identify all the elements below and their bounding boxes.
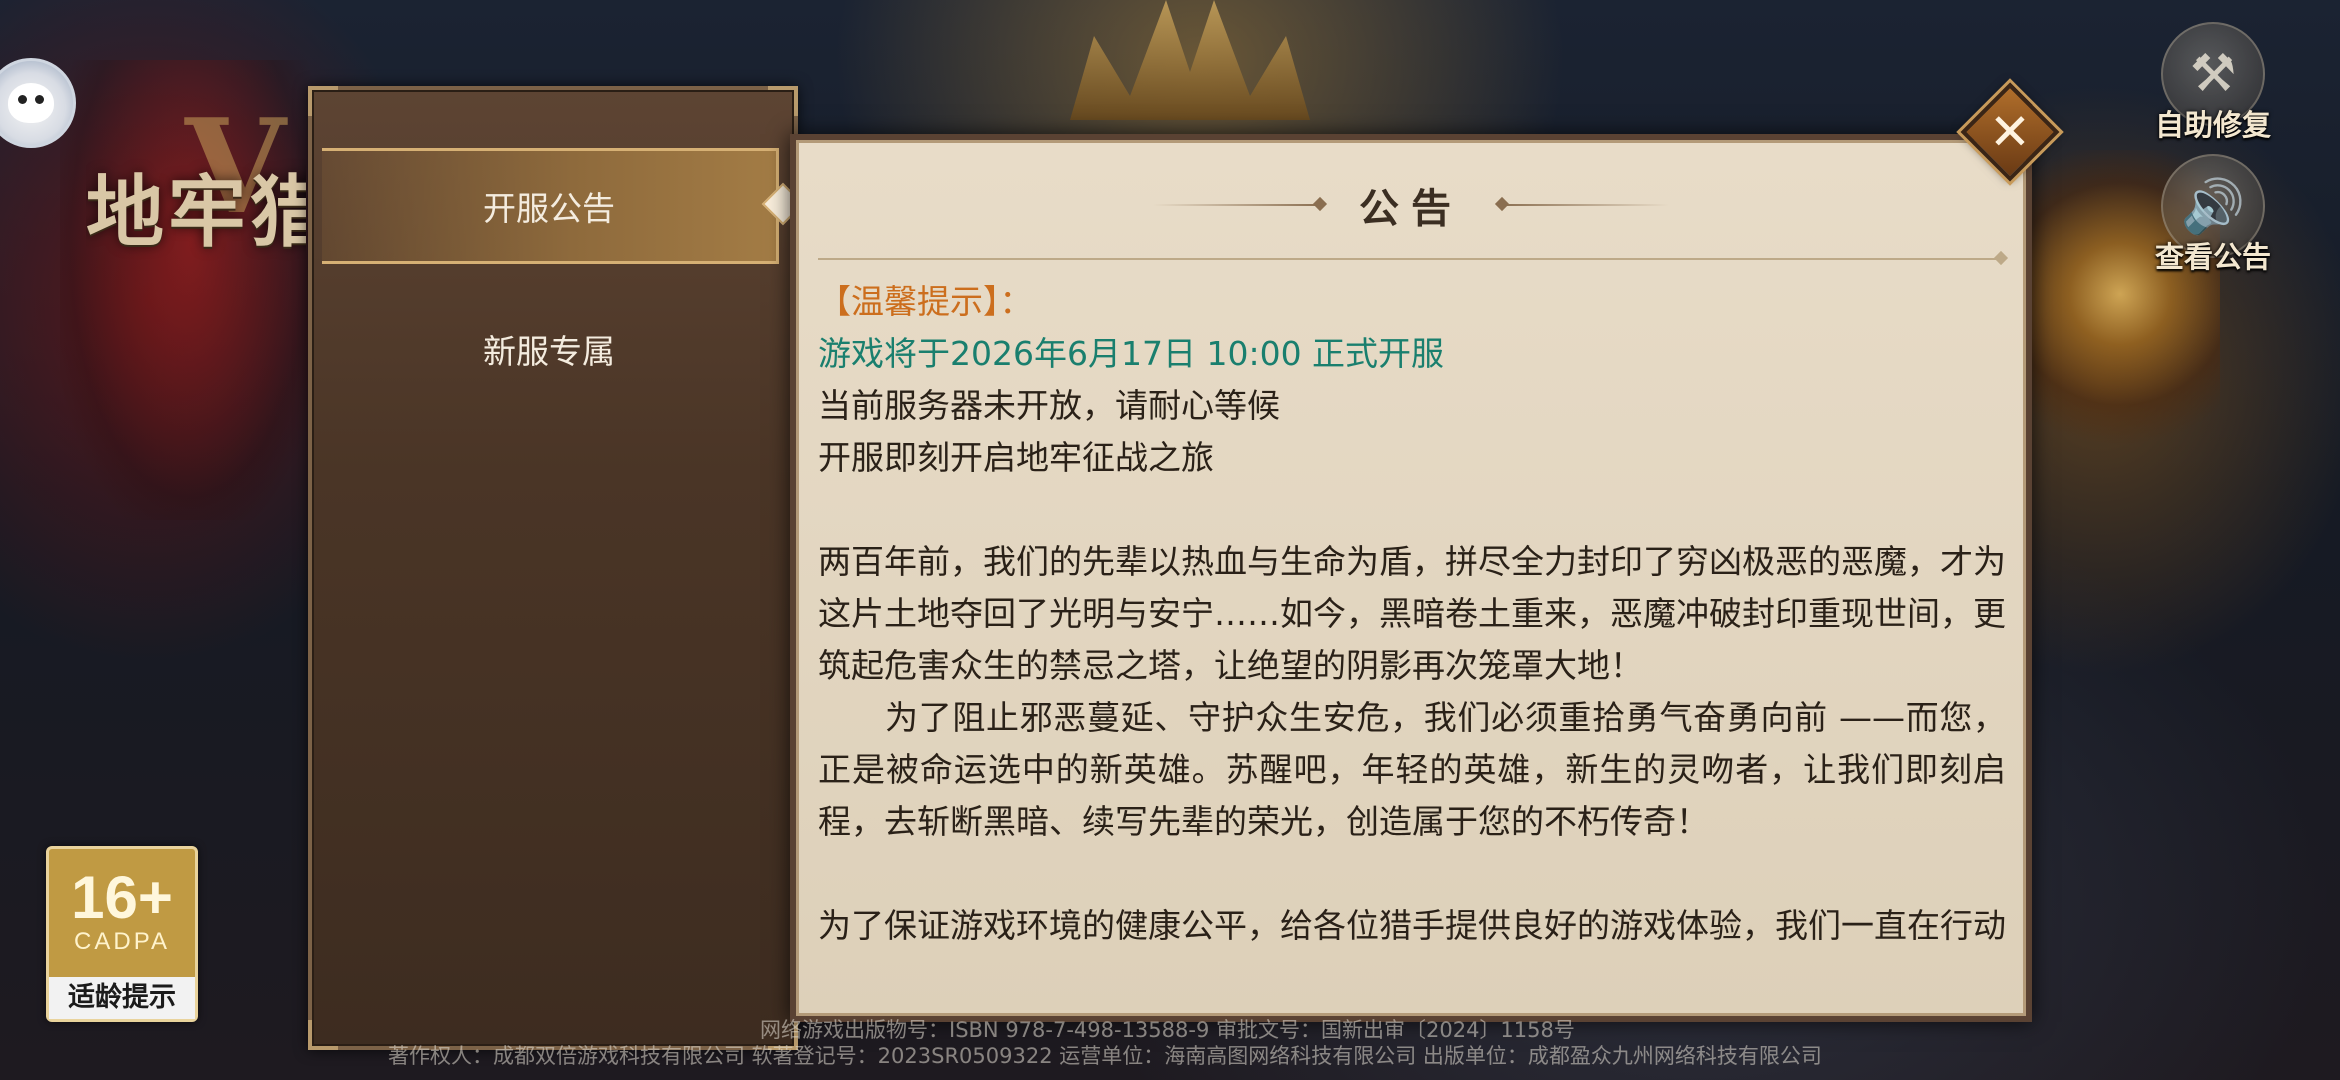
notice-content[interactable]: 【温馨提示】： 游戏将于2026年6月17日 10:00 正式开服 当前服务器未…: [818, 276, 2006, 996]
notice-line: 开服即刻开启地牢征战之旅: [818, 438, 1214, 477]
age-rating-badge[interactable]: 16+ CADPA 适龄提示: [46, 846, 198, 1022]
panel-corner-ornament: [308, 1020, 338, 1050]
age-rating-org: CADPA: [74, 928, 170, 955]
notice-title: 公告: [1359, 186, 1463, 232]
fairness-paragraph: 为了保证游戏环境的健康公平，给各位猎手提供良好的游戏体验，我们一直在行动: [818, 906, 2006, 945]
close-icon: ✕: [1989, 103, 2031, 161]
age-rating-number: 16+: [71, 864, 173, 931]
view-notice-button[interactable]: 🔊 查看公告: [2148, 154, 2278, 276]
tip-heading: 【温馨提示】：: [818, 282, 1033, 321]
notice-header: 公告: [796, 180, 2026, 232]
tab-new-server-exclusive[interactable]: 新服专属: [322, 294, 776, 404]
header-ornament-right: [1499, 204, 1669, 206]
close-button[interactable]: ✕: [1960, 82, 2060, 182]
avatar-face-icon: [8, 83, 54, 123]
view-notice-label: 查看公告: [2154, 240, 2271, 274]
server-open-time: 游戏将于2026年6月17日 10:00 正式开服: [818, 334, 1445, 373]
self-repair-button[interactable]: ⚒ 自助修复: [2148, 22, 2278, 144]
tab-server-open-notice[interactable]: 开服公告: [322, 148, 805, 264]
notice-panel: 公告 【温馨提示】： 游戏将于2026年6月17日 10:00 正式开服 当前服…: [790, 134, 2032, 1022]
story-paragraph: 为了阻止邪恶蔓延、守护众生安危，我们必须重拾勇气奋勇向前 ——而您，正是被命运选…: [818, 698, 2006, 841]
notice-line: 当前服务器未开放，请耐心等候: [818, 386, 1280, 425]
story-paragraph: 两百年前，我们的先辈以热血与生命为盾，拼尽全力封印了穷凶极恶的恶魔，才为这片土地…: [818, 542, 2006, 685]
tab-label: 开服公告: [483, 189, 615, 228]
header-divider: [818, 258, 2004, 260]
age-rating-label: 适龄提示: [49, 977, 195, 1019]
notice-tab-panel: 开服公告 新服专属: [308, 86, 805, 1050]
self-repair-label: 自助修复: [2154, 108, 2271, 142]
panel-corner-ornament: [308, 86, 338, 116]
game-logo: 地牢猎: [86, 167, 306, 258]
tab-label: 新服专属: [483, 332, 615, 371]
header-ornament-left: [1153, 204, 1323, 206]
copyright-info: 著作权人：成都双倍游戏科技有限公司 软著登记号：2023SR0509322 运营…: [388, 1044, 1822, 1068]
panel-corner-ornament: [768, 86, 798, 116]
background-crown-art: [1070, 0, 1310, 120]
